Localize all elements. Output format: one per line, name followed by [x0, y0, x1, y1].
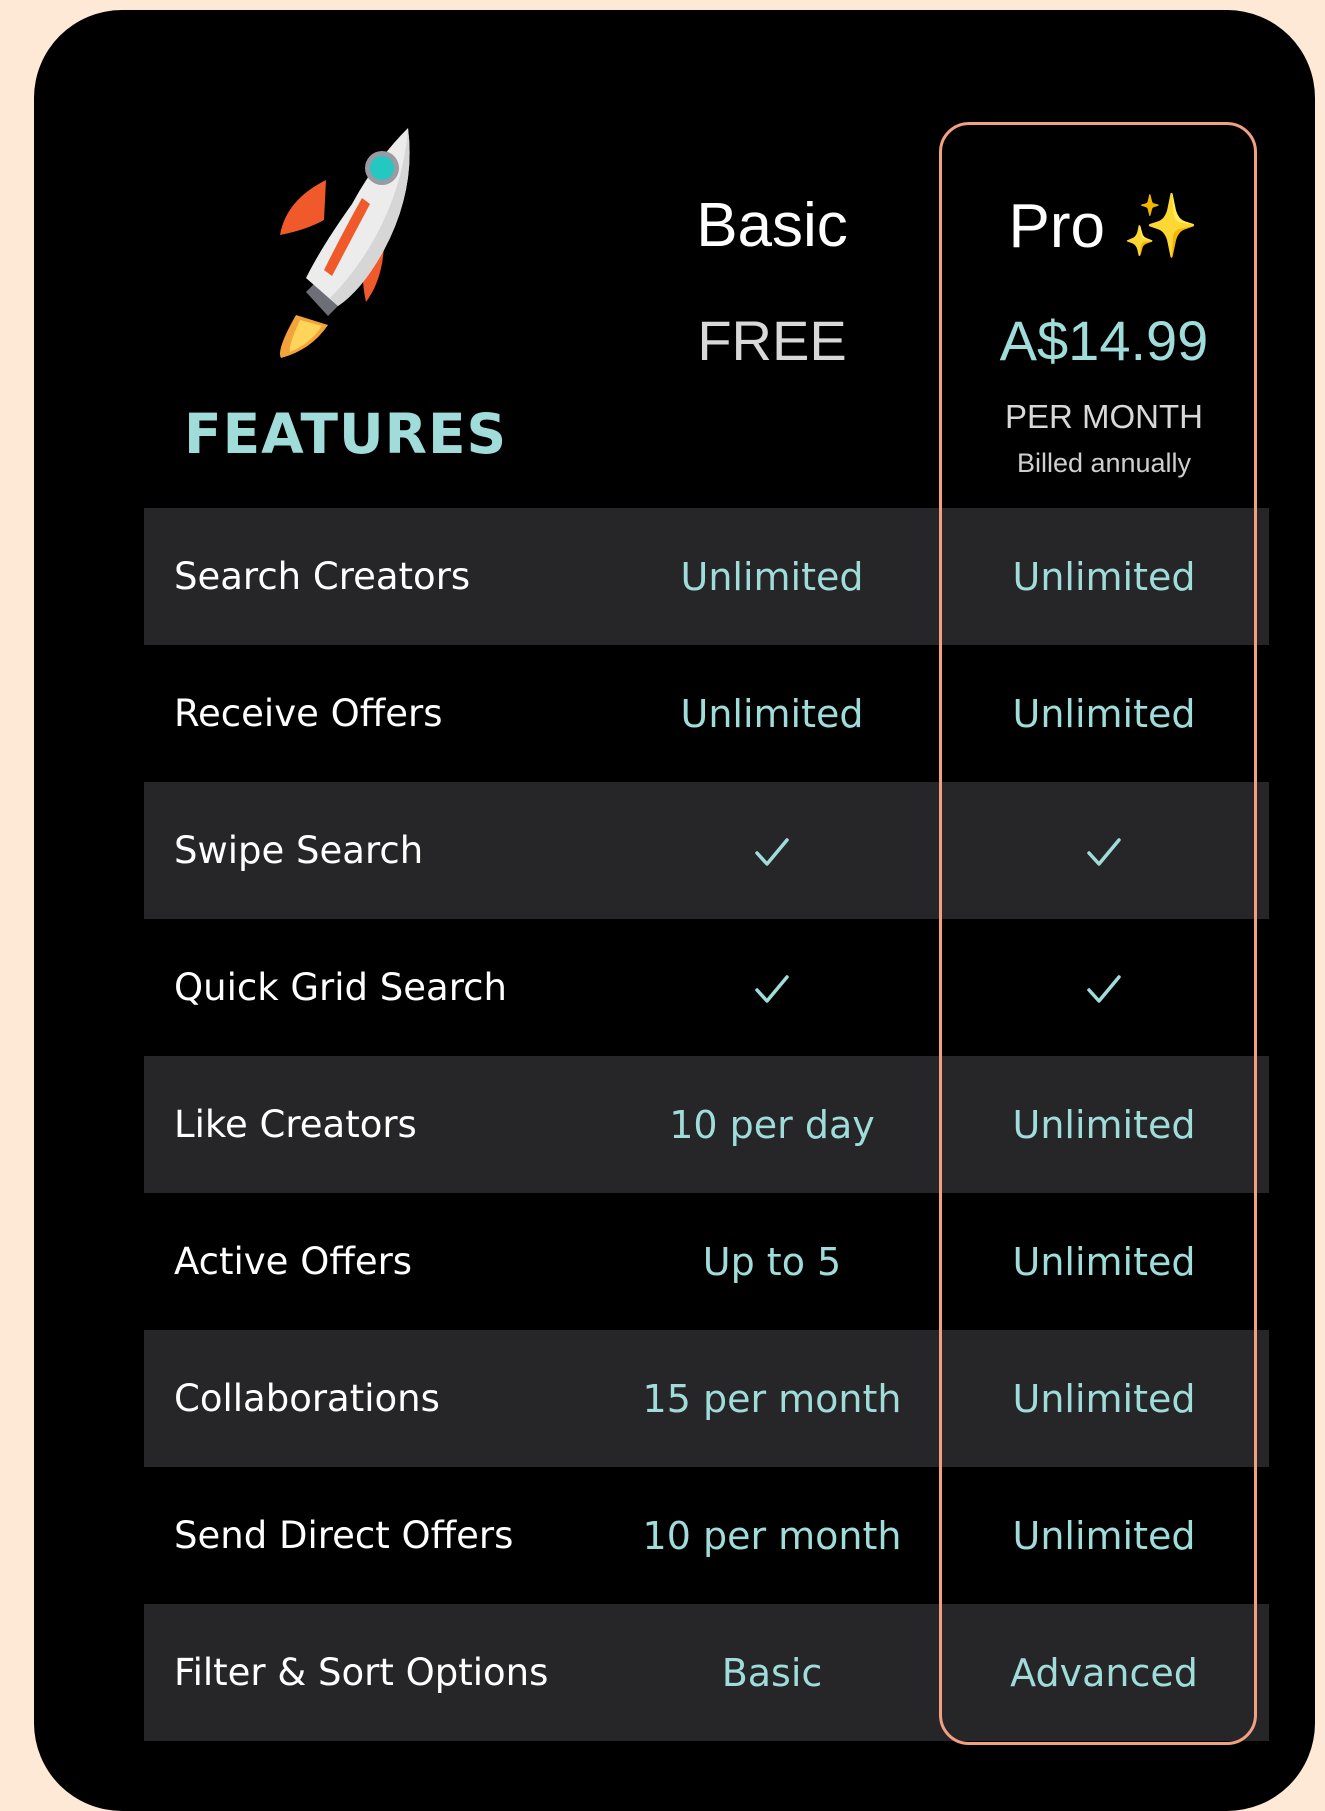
table-row: Quick Grid Search: [144, 919, 1269, 1056]
pro-value: Unlimited: [1012, 691, 1196, 736]
pro-value: [954, 965, 1254, 1011]
plan-pro-name: Pro ✨: [954, 190, 1254, 263]
plan-pro-period: PER MONTH: [1005, 398, 1203, 435]
basic-value: [622, 828, 922, 874]
table-row: Active Offers Up to 5 Unlimited: [144, 1193, 1269, 1330]
feature-label: Collaborations: [174, 1377, 440, 1420]
plan-pro-billing: Billed annually: [1016, 448, 1192, 478]
feature-comparison-table: Search Creators Unlimited Unlimited Rece…: [144, 508, 1269, 1741]
plan-basic-price: FREE: [697, 309, 847, 372]
checkmark-icon: [755, 838, 789, 866]
feature-label: Send Direct Offers: [174, 1514, 514, 1557]
table-row: Swipe Search: [144, 782, 1269, 919]
checkmark-icon: [1087, 838, 1121, 866]
features-title: FEATURES: [184, 402, 508, 466]
pro-value: Unlimited: [1012, 1102, 1196, 1147]
checkmark-icon: [1087, 975, 1121, 1003]
pricing-card: FEATURES Basic FREE Pro ✨ A$14.99 PER MO…: [34, 10, 1315, 1811]
feature-label: Filter & Sort Options: [174, 1651, 549, 1694]
feature-label: Receive Offers: [174, 692, 443, 735]
basic-value: Basic: [721, 1650, 823, 1695]
basic-value: Unlimited: [680, 691, 864, 736]
basic-value: 15 per month: [642, 1376, 902, 1421]
basic-value: Unlimited: [680, 554, 864, 599]
feature-label: Swipe Search: [174, 829, 424, 872]
table-row: Collaborations 15 per month Unlimited: [144, 1330, 1269, 1467]
basic-value: 10 per month: [642, 1513, 902, 1558]
feature-label: Like Creators: [174, 1103, 417, 1146]
pro-value: [954, 828, 1254, 874]
plan-pro-price: A$14.99: [999, 309, 1209, 372]
pro-value: Unlimited: [1012, 1376, 1196, 1421]
table-row: Search Creators Unlimited Unlimited: [144, 508, 1269, 645]
feature-label: Active Offers: [174, 1240, 413, 1283]
table-row: Receive Offers Unlimited Unlimited: [144, 645, 1269, 782]
pro-value: Unlimited: [1012, 1239, 1196, 1284]
plan-pro-name-text: Pro: [1008, 192, 1106, 261]
basic-value: [622, 965, 922, 1011]
pro-value: Unlimited: [1012, 554, 1196, 599]
feature-label: Search Creators: [174, 555, 471, 598]
plan-basic-name: Basic: [696, 191, 848, 260]
table-row: Send Direct Offers 10 per month Unlimite…: [144, 1467, 1269, 1604]
feature-label: Quick Grid Search: [174, 966, 507, 1009]
table-row: Like Creators 10 per day Unlimited: [144, 1056, 1269, 1193]
basic-value: 10 per day: [669, 1102, 875, 1147]
pro-value: Unlimited: [1012, 1513, 1196, 1558]
basic-value: Up to 5: [702, 1239, 842, 1284]
checkmark-icon: [755, 975, 789, 1003]
rocket-icon: [280, 128, 410, 358]
table-row: Filter & Sort Options Basic Advanced: [144, 1604, 1269, 1741]
pro-value: Advanced: [1010, 1650, 1198, 1695]
sparkles-icon: ✨: [1122, 192, 1200, 261]
